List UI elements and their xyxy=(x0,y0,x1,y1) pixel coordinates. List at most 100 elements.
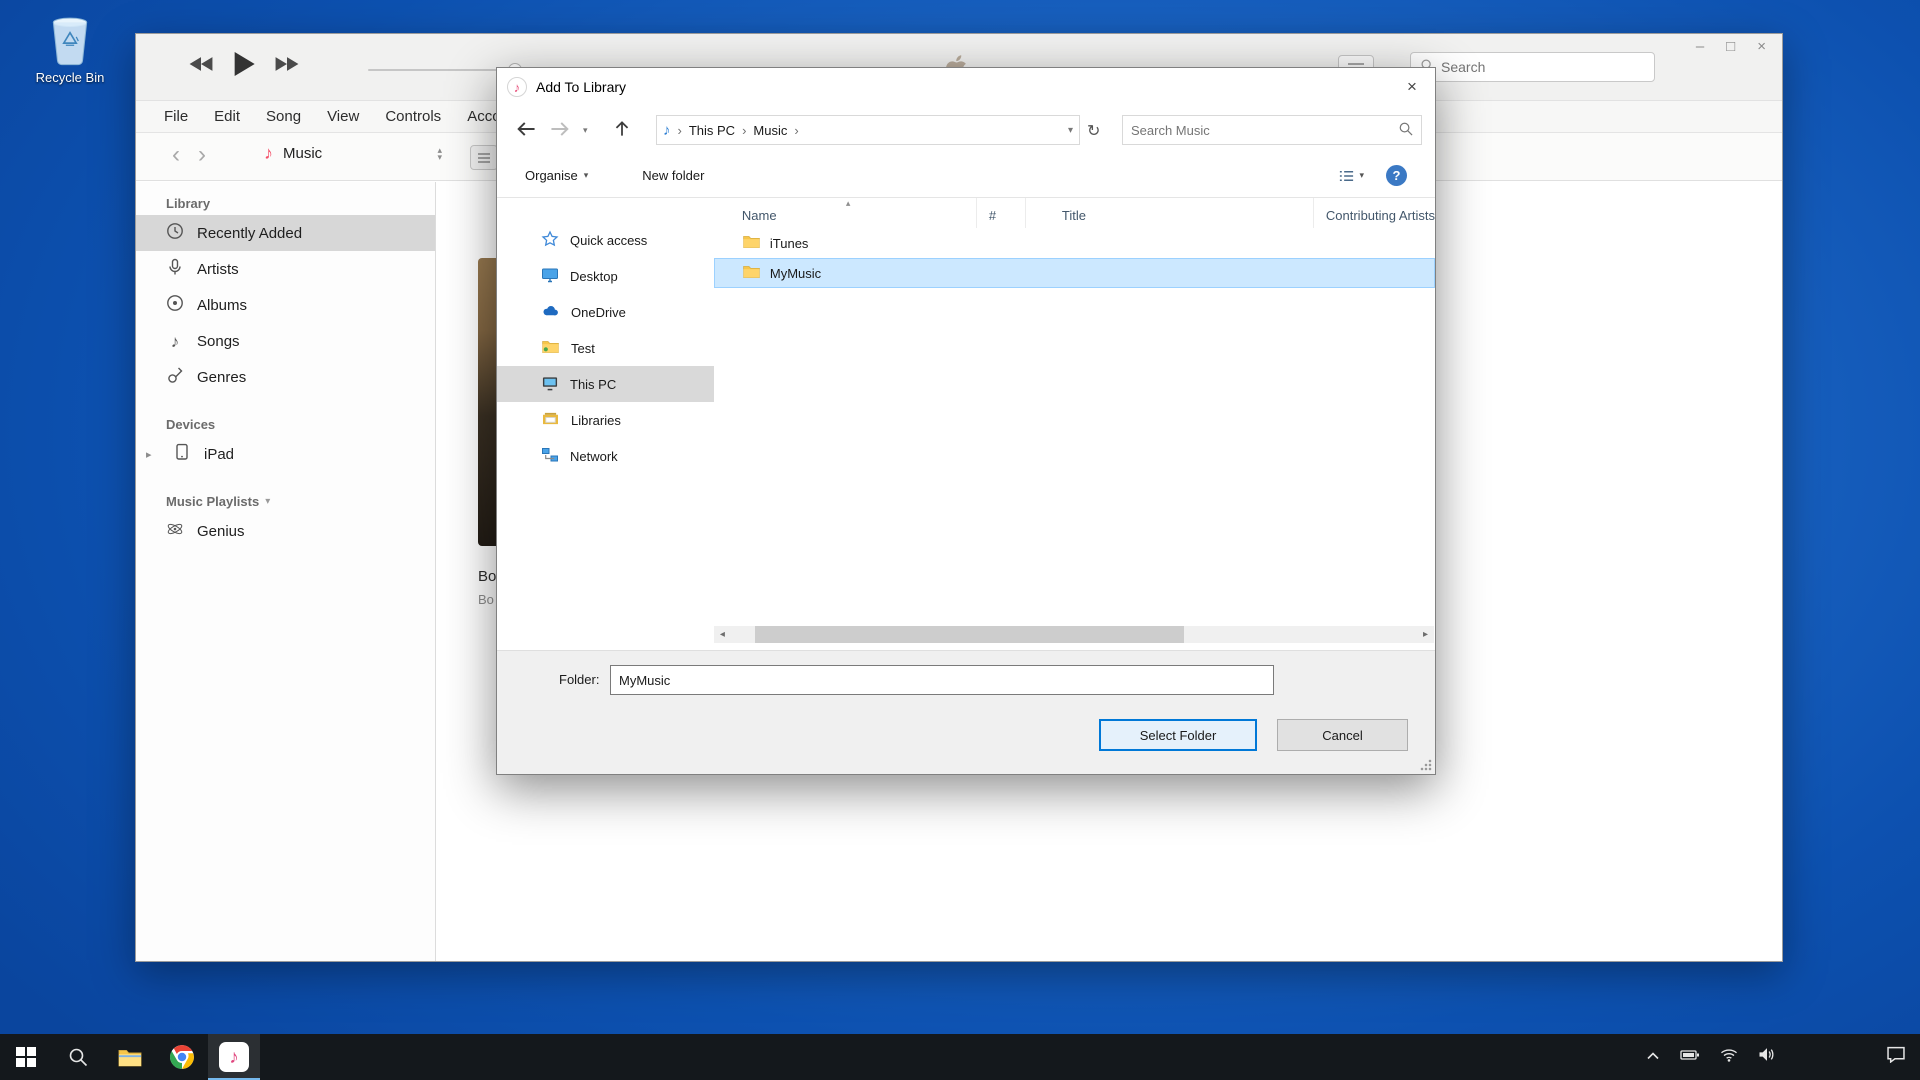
forward-button[interactable] xyxy=(549,118,571,143)
hidden-icons-chevron[interactable] xyxy=(1646,1048,1660,1066)
nav-item-onedrive[interactable]: OneDrive xyxy=(497,294,714,330)
music-note-icon: ♪ xyxy=(166,333,184,350)
sidebar-item-songs[interactable]: ♪ Songs xyxy=(136,323,435,359)
volume-icon[interactable] xyxy=(1758,1047,1776,1067)
horizontal-scrollbar[interactable]: ◂ ▸ xyxy=(714,626,1434,643)
dialog-search-input[interactable] xyxy=(1131,123,1392,138)
tablet-icon xyxy=(173,443,191,465)
resize-grip[interactable] xyxy=(1420,759,1432,771)
dialog-titlebar[interactable]: ♪ Add To Library × xyxy=(497,68,1435,106)
file-row-mymusic[interactable]: MyMusic xyxy=(714,258,1435,288)
back-chevron-button[interactable]: ‹ xyxy=(172,141,180,169)
star-icon xyxy=(541,230,559,251)
select-folder-button[interactable]: Select Folder xyxy=(1099,719,1257,751)
music-folder-icon: ♪ xyxy=(663,123,671,138)
itunes-search-box[interactable] xyxy=(1410,52,1655,82)
refresh-button[interactable]: ↻ xyxy=(1087,121,1100,141)
nav-item-test[interactable]: Test xyxy=(497,330,714,366)
folder-icon xyxy=(742,234,761,252)
chrome-taskbar-icon[interactable] xyxy=(156,1034,208,1080)
recent-locations-caret[interactable]: ▾ xyxy=(583,125,588,136)
dialog-search-box[interactable] xyxy=(1122,115,1422,145)
scroll-right-arrow[interactable]: ▸ xyxy=(1417,626,1434,643)
desktop: Recycle Bin xyxy=(0,0,1920,1080)
menu-edit[interactable]: Edit xyxy=(214,108,240,125)
start-button[interactable] xyxy=(0,1034,52,1080)
play-button[interactable] xyxy=(232,50,256,78)
network-wifi-icon[interactable] xyxy=(1720,1048,1738,1067)
sidebar-item-genres[interactable]: Genres xyxy=(136,359,435,395)
breadcrumb-this-pc[interactable]: This PC xyxy=(689,123,735,138)
rewind-button[interactable] xyxy=(188,56,214,72)
search-icon xyxy=(1398,121,1413,139)
dialog-close-button[interactable]: × xyxy=(1389,68,1435,106)
fast-forward-button[interactable] xyxy=(274,56,300,72)
menu-view[interactable]: View xyxy=(327,108,359,125)
media-picker-dropdown[interactable]: ♪ Music ▴▾ xyxy=(264,143,442,164)
address-dropdown-caret[interactable]: ▾ xyxy=(1068,125,1073,136)
breadcrumb-music[interactable]: Music xyxy=(753,123,787,138)
scrollbar-track[interactable] xyxy=(731,626,1417,643)
menu-controls[interactable]: Controls xyxy=(385,108,441,125)
sidebar-item-genius[interactable]: Genius xyxy=(136,513,435,549)
dialog-toolbar: Organise ▾ New folder ▾ ? xyxy=(497,154,1435,198)
expand-triangle-icon[interactable]: ▸ xyxy=(146,448,160,461)
menu-song[interactable]: Song xyxy=(266,108,301,125)
forward-chevron-button[interactable]: › xyxy=(198,141,206,169)
sidebar-item-ipad[interactable]: ▸ iPad xyxy=(136,436,435,472)
computer-icon xyxy=(541,375,559,394)
dialog-navigation-bar: ▾ ♪ › This PC › Music › ▾ ↻ xyxy=(497,106,1435,154)
album-subtitle: Bo xyxy=(478,592,494,607)
updown-chevrons-icon: ▴▾ xyxy=(437,147,442,161)
nav-item-libraries[interactable]: Libraries xyxy=(497,402,714,438)
dialog-navigation-pane: Quick access Desktop OneDrive Test This … xyxy=(497,198,714,650)
organise-button[interactable]: Organise ▾ xyxy=(525,168,588,183)
itunes-taskbar-icon[interactable]: ♪ xyxy=(208,1034,260,1080)
change-view-button[interactable]: ▾ xyxy=(1338,169,1364,183)
sidebar-item-albums[interactable]: Albums xyxy=(136,287,435,323)
sidebar-item-recently-added[interactable]: Recently Added xyxy=(136,215,435,251)
album-title[interactable]: Bo xyxy=(478,568,496,585)
cloud-icon xyxy=(541,304,560,320)
close-button[interactable]: × xyxy=(1757,38,1766,55)
sidebar-header-devices: Devices xyxy=(136,409,435,436)
new-folder-button[interactable]: New folder xyxy=(642,168,704,183)
nav-item-quick-access[interactable]: Quick access xyxy=(497,222,714,258)
battery-icon[interactable] xyxy=(1680,1048,1700,1066)
media-picker-label: Music xyxy=(283,145,322,162)
menu-file[interactable]: File xyxy=(164,108,188,125)
maximize-button[interactable]: □ xyxy=(1726,38,1735,55)
cancel-button[interactable]: Cancel xyxy=(1277,719,1408,751)
minimize-button[interactable]: – xyxy=(1696,38,1704,55)
libraries-icon xyxy=(541,411,560,429)
sidebar-header-music-playlists[interactable]: Music Playlists ▾ xyxy=(136,486,435,513)
breadcrumb[interactable]: ♪ › This PC › Music › ▾ xyxy=(656,115,1080,145)
nav-item-network[interactable]: Network xyxy=(497,438,714,474)
music-note-icon: ♪ xyxy=(264,143,273,164)
column-header-contributing-artists[interactable]: Contributing Artists xyxy=(1314,198,1435,228)
scroll-left-arrow[interactable]: ◂ xyxy=(714,626,731,643)
column-header-number[interactable]: # xyxy=(977,198,1026,228)
action-center-icon[interactable] xyxy=(1886,1046,1906,1068)
file-list-header: ▴ Name # Title Contributing Artists xyxy=(714,198,1435,228)
recycle-bin[interactable]: Recycle Bin xyxy=(22,14,118,85)
up-button[interactable] xyxy=(612,118,632,143)
sidebar-item-artists[interactable]: Artists xyxy=(136,251,435,287)
atom-icon xyxy=(166,520,184,542)
taskbar-search-button[interactable] xyxy=(52,1034,104,1080)
help-button[interactable]: ? xyxy=(1386,165,1407,186)
file-row-itunes[interactable]: iTunes xyxy=(714,228,1435,258)
itunes-search-input[interactable] xyxy=(1441,59,1645,75)
column-header-title[interactable]: Title xyxy=(1026,198,1314,228)
itunes-sidebar: Library Recently Added Artists Albums ♪ … xyxy=(136,182,436,961)
file-explorer-taskbar-icon[interactable] xyxy=(104,1034,156,1080)
back-button[interactable] xyxy=(515,118,537,143)
folder-icon xyxy=(742,264,761,282)
view-options-button[interactable] xyxy=(470,145,498,170)
folder-name-input[interactable] xyxy=(610,665,1274,695)
nav-item-desktop[interactable]: Desktop xyxy=(497,258,714,294)
add-to-library-dialog: ♪ Add To Library × ▾ ♪ › This PC › Music… xyxy=(496,67,1436,775)
nav-item-this-pc[interactable]: This PC xyxy=(497,366,714,402)
sort-ascending-icon: ▴ xyxy=(846,198,851,209)
scrollbar-thumb[interactable] xyxy=(755,626,1184,643)
